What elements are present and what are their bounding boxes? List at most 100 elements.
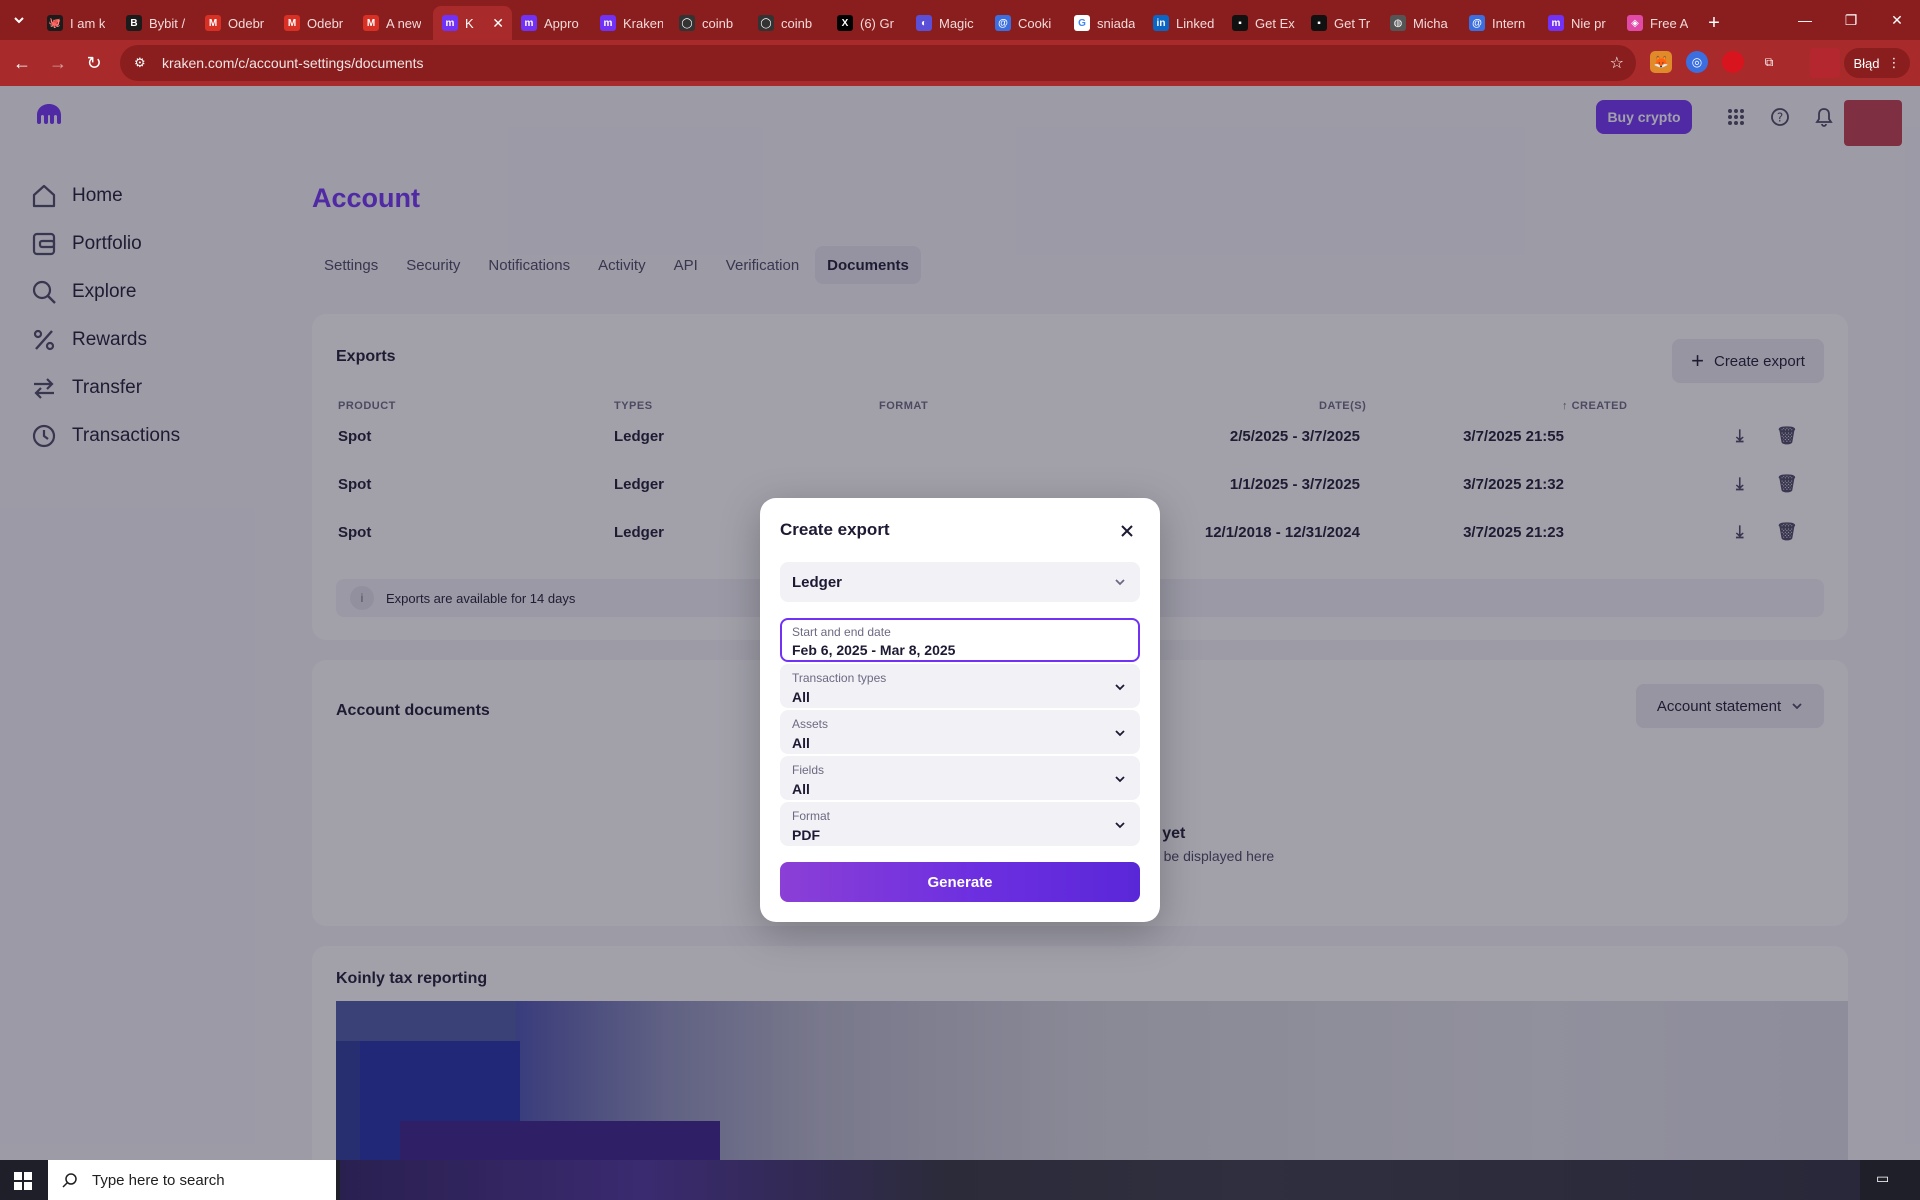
action-center-icon[interactable]: ▭ [1876, 1170, 1896, 1188]
browser-tab[interactable]: ◯ coinb [670, 6, 749, 40]
tab-title: K [465, 15, 474, 31]
transaction-types-label: Transaction types [792, 671, 887, 685]
browser-tab[interactable]: B Bybit / [117, 6, 196, 40]
extension-icon[interactable]: ◎ [1686, 51, 1708, 73]
tab-title: Odebr [307, 15, 344, 31]
profile-avatar[interactable] [1810, 48, 1840, 78]
browser-tab[interactable]: M Odebr [196, 6, 275, 40]
restore-icon[interactable]: ❐ [1828, 0, 1874, 40]
tab-favicon-icon: ◐ [916, 15, 932, 31]
format-label: Format [792, 809, 831, 823]
chevron-down-icon [1115, 776, 1125, 783]
fields-select[interactable]: Fields All [780, 756, 1140, 800]
tab-title: Get Tr [1334, 15, 1371, 31]
browser-tab[interactable]: ▪ Get Tr [1302, 6, 1381, 40]
tab-title: Linked [1176, 15, 1215, 31]
close-icon[interactable] [1116, 520, 1138, 542]
bookmark-star-icon[interactable]: ☆ [1610, 53, 1624, 73]
fields-value: All [792, 781, 810, 797]
url-text: kraken.com/c/account-settings/documents [162, 55, 424, 71]
tab-favicon-icon: m [600, 15, 616, 31]
tab-title: Cooki [1018, 15, 1052, 31]
windows-start-icon[interactable] [14, 1172, 32, 1190]
browser-tab[interactable]: ◈ Free A [1618, 6, 1697, 40]
browser-tab[interactable]: ◍ Micha [1381, 6, 1460, 40]
reload-icon[interactable]: ↻ [76, 45, 112, 81]
browser-tab[interactable]: m Kraken [591, 6, 670, 40]
url-field[interactable]: ⚙ kraken.com/c/account-settings/document… [120, 45, 1636, 81]
browser-tab[interactable]: ▪ Get Ex [1223, 6, 1302, 40]
browser-tab[interactable]: X (6) Gr [828, 6, 907, 40]
tab-close-icon[interactable]: ✕ [492, 15, 504, 32]
chevron-down-icon [1115, 579, 1125, 586]
browser-tab[interactable]: m Appro [512, 6, 591, 40]
tab-favicon-icon: M [205, 15, 221, 31]
format-value: PDF [792, 827, 820, 843]
forward-icon[interactable]: → [40, 45, 76, 81]
taskbar-search-input[interactable]: Type here to search [48, 1160, 336, 1200]
transaction-types-value: All [792, 689, 810, 705]
browser-tab[interactable]: in Linked [1144, 6, 1223, 40]
tab-favicon-icon: ◯ [679, 15, 695, 31]
close-window-icon[interactable]: ✕ [1874, 0, 1920, 40]
tab-title: Appro [544, 15, 579, 31]
browser-tab[interactable]: m K ✕ [433, 6, 512, 40]
transaction-types-select[interactable]: Transaction types All [780, 664, 1140, 708]
minimize-icon[interactable]: — [1782, 0, 1828, 40]
tab-favicon-icon: ▪ [1311, 15, 1327, 31]
tab-title: Kraken [623, 15, 663, 31]
tab-favicon-icon: ◍ [1390, 15, 1406, 31]
search-icon [62, 1173, 77, 1188]
taskbar-search-placeholder: Type here to search [92, 1171, 225, 1189]
site-info-icon[interactable]: ⚙ [134, 55, 150, 71]
format-select[interactable]: Format PDF [780, 802, 1140, 846]
new-tab-button[interactable]: + [1697, 6, 1731, 40]
tab-title: sniada [1097, 15, 1136, 31]
generate-button[interactable]: Generate [780, 862, 1140, 902]
product-select[interactable]: Ledger [780, 562, 1140, 602]
tab-favicon-icon: B [126, 15, 142, 31]
browser-tab[interactable]: @ Intern [1460, 6, 1539, 40]
tab-favicon-icon: @ [1469, 15, 1485, 31]
back-icon[interactable]: ← [4, 45, 40, 81]
kebab-menu-icon: ⋮ [1887, 55, 1901, 70]
windows-taskbar: Type here to search ▭ [0, 1160, 1920, 1200]
profile-error-button[interactable]: Błąd ⋮ [1844, 48, 1910, 78]
tab-favicon-icon: 🐙 [47, 15, 63, 31]
taskbar-apps[interactable] [340, 1160, 1860, 1200]
fields-label: Fields [792, 763, 825, 777]
tab-favicon-icon: ◯ [758, 15, 774, 31]
metamask-extension-icon[interactable]: 🦊 [1650, 51, 1672, 73]
tab-title: Get Ex [1255, 15, 1295, 31]
browser-tab[interactable]: 🐙 I am k [38, 6, 117, 40]
tab-favicon-icon: ▪ [1232, 15, 1248, 31]
browser-tab[interactable]: ◐ Magic [907, 6, 986, 40]
chevron-down-icon [1115, 822, 1125, 829]
tab-title: I am k [70, 15, 106, 31]
tab-title: coinb [781, 15, 813, 31]
tab-title: Magic [939, 15, 974, 31]
tab-title: A new [386, 15, 422, 31]
tab-title: Micha [1413, 15, 1448, 31]
tab-favicon-icon: @ [995, 15, 1011, 31]
tab-favicon-icon: m [521, 15, 537, 31]
extension-red-icon[interactable] [1722, 51, 1744, 73]
date-range-label: Start and end date [792, 625, 891, 639]
browser-tab[interactable]: M Odebr [275, 6, 354, 40]
browser-tabs: 🐙 I am k B Bybit / M Odebr M Odebr M A new m K ✕ m App… [38, 0, 1697, 40]
tab-favicon-icon: M [284, 15, 300, 31]
tab-favicon-icon: in [1153, 15, 1169, 31]
browser-tab[interactable]: ◯ coinb [749, 6, 828, 40]
browser-tab[interactable]: m Nie pr [1539, 6, 1618, 40]
date-range-input[interactable]: Start and end date Feb 6, 2025 - Mar 8, … [780, 618, 1140, 662]
tab-search-chevron-icon[interactable] [0, 0, 38, 40]
browser-tab[interactable]: M A new [354, 6, 433, 40]
browser-tab[interactable]: Gsniada [1065, 6, 1144, 40]
tab-title: Odebr [228, 15, 265, 31]
assets-select[interactable]: Assets All [780, 710, 1140, 754]
tab-favicon-icon: X [837, 15, 853, 31]
tab-favicon-icon: G [1074, 15, 1090, 31]
extensions-puzzle-icon[interactable]: ⧉ [1758, 51, 1780, 73]
browser-tab[interactable]: @ Cooki [986, 6, 1065, 40]
kraken-page: Buy crypto ? Home Portfolio Explore Rewa… [0, 86, 1920, 1160]
